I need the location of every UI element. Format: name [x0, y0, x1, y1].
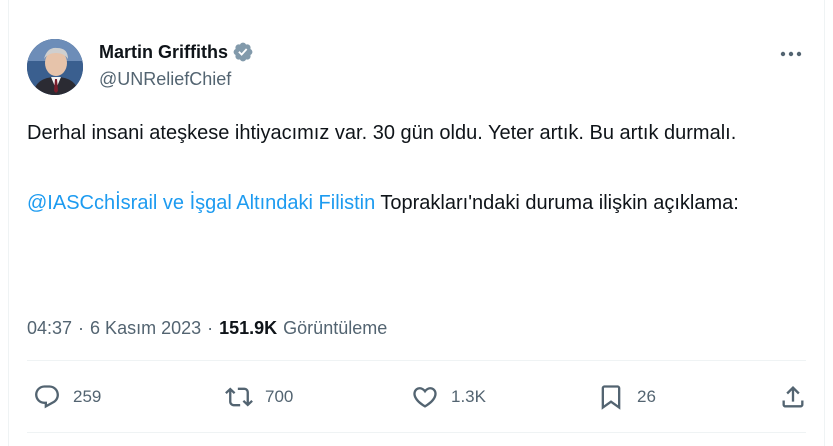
- tweet-time[interactable]: 04:37: [27, 318, 72, 339]
- action-bar: 259 700 1.3K 26: [27, 383, 807, 415]
- tweet-paragraph-1: Derhal insani ateşkese ihtiyacımız var. …: [27, 122, 737, 144]
- meta-separator: ·: [207, 318, 214, 338]
- views-count: 151.9K: [219, 318, 278, 338]
- like-button[interactable]: 1.3K: [411, 383, 486, 411]
- more-horizontal-icon: [780, 51, 802, 57]
- divider: [27, 432, 806, 433]
- author-name[interactable]: Martin Griffiths: [99, 42, 228, 63]
- like-count: 1.3K: [451, 387, 486, 406]
- reply-button[interactable]: 259: [33, 383, 101, 411]
- divider: [27, 360, 806, 361]
- reply-icon: [35, 385, 59, 409]
- tweet-card: Martin Griffiths @UNReliefChief Derhal i…: [8, 0, 825, 446]
- tweet-header: Martin Griffiths @UNReliefChief: [27, 36, 808, 96]
- bookmark-count: 26: [637, 387, 656, 406]
- mention-link[interactable]: @IASCchİsrail ve İşgal Altındaki Filisti…: [27, 192, 375, 214]
- bookmark-icon: [601, 385, 621, 410]
- tweet-paragraph-2: @IASCchİsrail ve İşgal Altındaki Filisti…: [27, 186, 797, 221]
- tweet-meta: 04:37 · 6 Kasım 2023 · 151.9K Görüntülem…: [27, 318, 387, 339]
- share-button[interactable]: [779, 383, 807, 411]
- share-icon: [782, 386, 804, 408]
- heart-icon: [413, 387, 437, 408]
- meta-separator: ·: [78, 318, 85, 338]
- tweet-text: Derhal insani ateşkese ihtiyacımız var. …: [27, 116, 797, 221]
- more-options-button[interactable]: [774, 44, 808, 64]
- avatar[interactable]: [27, 39, 83, 95]
- views-label: Görüntüleme: [283, 318, 388, 338]
- retweet-button[interactable]: 700: [225, 383, 293, 411]
- verified-badge-icon: [233, 42, 253, 62]
- retweet-icon: [225, 387, 253, 407]
- tweet-date[interactable]: 6 Kasım 2023: [90, 318, 201, 339]
- bookmark-button[interactable]: 26: [597, 383, 656, 411]
- reply-count: 259: [73, 387, 102, 406]
- retweet-count: 700: [265, 387, 294, 406]
- author-block: Martin Griffiths @UNReliefChief: [99, 40, 254, 90]
- tweet-paragraph-2-text: Toprakları'ndaki duruma ilişkin açıklama…: [375, 192, 739, 214]
- author-handle[interactable]: @UNReliefChief: [99, 69, 254, 90]
